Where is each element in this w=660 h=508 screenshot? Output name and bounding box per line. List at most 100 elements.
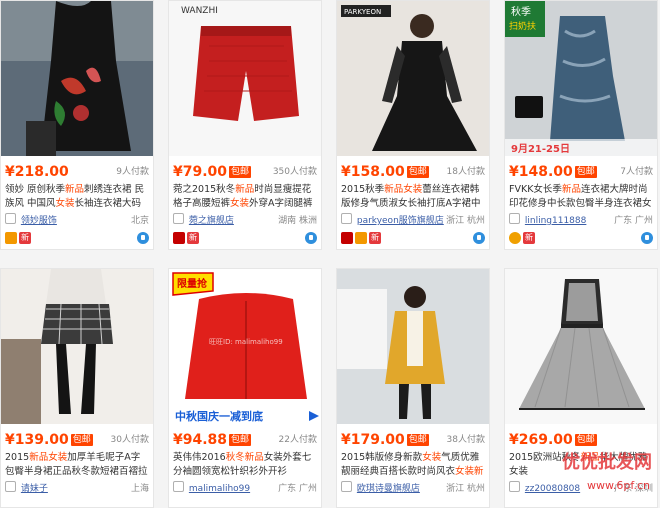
sales-count: 22人付款 [278, 435, 317, 445]
shop-row: linling111888 广东 广州 [509, 213, 653, 227]
price-row: ¥148.00 包邮 7人付款 [509, 161, 653, 181]
shop-link[interactable]: zz20080808 [525, 484, 580, 494]
sales-count: 350人付款 [272, 167, 317, 177]
brand-logo-text: WANZHI [181, 6, 218, 16]
price-row: ¥179.00 包邮 38人付款 [341, 429, 485, 449]
product-image[interactable] [1, 269, 153, 424]
product-title[interactable]: 2015新品女装加厚羊毛呢子A字包臀半身裙正品秋冬款短裙百褶拉链 [5, 451, 149, 479]
price: ¥148.00 [509, 164, 573, 180]
image-watermark: 旺旺ID: malimaliho99 [209, 338, 283, 346]
service-icons: 新 [509, 232, 653, 246]
product-title[interactable]: 2015韩版修身新款女装气质优雅靓丽经典百搭长款时尚风衣女装新品 [341, 451, 485, 479]
price: ¥269.00 [509, 432, 573, 448]
product-card[interactable]: 秋季 扫奶扶 9月21-25日 ¥148.00 包邮 7人付款 FVKK女长季新品… [504, 0, 658, 250]
product-grid: ¥218.00 9人付款 领妙 原创秋季新品刺绣连衣裙 民族风 中国风女装长袖连… [0, 0, 660, 508]
gold-seller-icon[interactable] [5, 232, 17, 244]
price: ¥139.00 [5, 432, 69, 448]
shop-icon [341, 481, 352, 492]
tmall-icon[interactable] [341, 232, 353, 244]
price: ¥218.00 [5, 164, 69, 180]
shop-row: 菀之旗舰店 湖南 株洲 [173, 213, 317, 227]
promo-tag: 限量抢 [177, 277, 208, 290]
product-image[interactable] [505, 269, 657, 424]
gold-seller-icon[interactable] [355, 232, 367, 244]
product-title[interactable]: 英伟伟2016秋冬新品女装外套七分袖圆领宽松针织衫外开衫S5113 [173, 451, 317, 479]
shop-link[interactable]: 请妹子 [21, 484, 48, 494]
site-watermark: 优优批发网 [562, 452, 652, 473]
product-card[interactable]: 限量抢 旺旺ID: malimaliho99 中秋国庆一减到底 ¥94.88 包邮… [168, 268, 322, 508]
sales-count: 7人付款 [620, 167, 653, 177]
wangwang-chat-icon[interactable] [641, 232, 653, 244]
shop-row: 欧琪诗曼旗舰店 浙江 杭州 [341, 481, 485, 495]
product-title[interactable]: 领妙 原创秋季新品刺绣连衣裙 民族风 中国风女装长袖连衣裙大码 [5, 183, 149, 211]
price-row: ¥94.88 包邮 22人付款 [173, 429, 317, 449]
product-card[interactable]: WANZHI ¥79.00 包邮 350人付款 菀之2015秋冬新品时尚显瘦提花格… [168, 0, 322, 250]
new-icon[interactable]: 新 [369, 232, 381, 244]
new-icon[interactable]: 新 [19, 232, 31, 244]
shop-row: parkyeon服饰旗舰店 浙江 杭州 [341, 213, 485, 227]
sales-count: 38人付款 [446, 435, 485, 445]
location: 北京 [130, 216, 149, 226]
price-row: ¥158.00 包邮 18人付款 [341, 161, 485, 181]
sales-count: 18人付款 [446, 167, 485, 177]
product-image[interactable]: 秋季 扫奶扶 9月21-25日 [505, 1, 657, 156]
free-shipping-badge: 包邮 [406, 166, 429, 178]
promo-label: 扫奶扶 [509, 20, 536, 32]
sales-count: 30人付款 [110, 435, 149, 445]
location: 浙江 杭州 [446, 216, 485, 226]
price-row: ¥218.00 9人付款 [5, 161, 149, 181]
shop-link[interactable]: 欧琪诗曼旗舰店 [357, 484, 420, 494]
promo-date: 9月21-25日 [511, 143, 570, 155]
seller-person-icon[interactable] [509, 232, 521, 244]
product-title[interactable]: 2015秋季新品女装蕾丝连衣裙韩版修身气质淑女长袖打底A字裙中裙 [341, 183, 485, 211]
price: ¥179.00 [341, 432, 405, 448]
product-card[interactable]: ¥139.00 包邮 30人付款 2015新品女装加厚羊毛呢子A字包臀半身裙正品秋… [0, 268, 154, 508]
tmall-icon[interactable] [173, 232, 185, 244]
location: 上海 [130, 484, 149, 494]
product-title[interactable]: 菀之2015秋冬新品时尚显瘦提花格子高腰短裤女装外穿A字阔腿裤子 [173, 183, 317, 211]
product-image[interactable] [1, 1, 153, 156]
service-icons: 新 [5, 232, 149, 246]
shop-icon [341, 213, 352, 224]
shop-link[interactable]: 菀之旗舰店 [189, 216, 234, 226]
shop-row: 请妹子 上海 [5, 481, 149, 495]
shop-icon [509, 213, 520, 224]
location: 广东 广州 [614, 216, 653, 226]
product-card[interactable]: ¥179.00 包邮 38人付款 2015韩版修身新款女装气质优雅靓丽经典百搭长款… [336, 268, 490, 508]
free-shipping-badge: 包邮 [229, 434, 252, 446]
product-image[interactable]: 限量抢 旺旺ID: malimaliho99 中秋国庆一减到底 [169, 269, 321, 424]
wangwang-chat-icon[interactable] [305, 232, 317, 244]
new-icon[interactable]: 新 [187, 232, 199, 244]
shop-icon [5, 481, 16, 492]
product-title[interactable]: FVKK女长季新品连衣裙大牌时尚印花修身中长款包臀半身连衣裙女 [509, 183, 653, 211]
product-image[interactable]: PARKYEON [337, 1, 489, 156]
free-shipping-badge: 包邮 [406, 434, 429, 446]
product-image[interactable] [337, 269, 489, 424]
shop-link[interactable]: malimaliho99 [189, 484, 250, 494]
free-shipping-badge: 包邮 [574, 166, 597, 178]
product-card[interactable]: ¥218.00 9人付款 领妙 原创秋季新品刺绣连衣裙 民族风 中国风女装长袖连… [0, 0, 154, 250]
new-icon[interactable]: 新 [523, 232, 535, 244]
price-row: ¥139.00 包邮 30人付款 [5, 429, 149, 449]
shop-link[interactable]: 领妙服饰 [21, 216, 57, 226]
service-icons: 新 [341, 232, 485, 246]
location: 湖南 株洲 [278, 216, 317, 226]
price: ¥94.88 [173, 432, 228, 448]
free-shipping-badge: 包邮 [229, 166, 252, 178]
shop-row: malimaliho99 广东 广州 [173, 481, 317, 495]
wangwang-chat-icon[interactable] [137, 232, 149, 244]
shop-icon [173, 481, 184, 492]
price-row: ¥269.00 包邮 [509, 429, 653, 449]
product-image[interactable]: WANZHI [169, 1, 321, 156]
shop-link[interactable]: linling111888 [525, 216, 586, 226]
free-shipping-badge: 包邮 [70, 434, 93, 446]
promo-banner: 中秋国庆一减到底 [175, 409, 263, 423]
product-card[interactable]: PARKYEON ¥158.00 包邮 18人付款 2015秋季新品女装蕾丝连衣裙… [336, 0, 490, 250]
site-watermark-url: www.6pf.cn [586, 479, 650, 492]
wangwang-chat-icon[interactable] [473, 232, 485, 244]
shop-link[interactable]: parkyeon服饰旗舰店 [357, 216, 444, 226]
service-icons: 新 [173, 232, 317, 246]
shop-icon [173, 213, 184, 224]
season-label: 秋季 [511, 5, 531, 18]
sales-count: 9人付款 [116, 167, 149, 177]
